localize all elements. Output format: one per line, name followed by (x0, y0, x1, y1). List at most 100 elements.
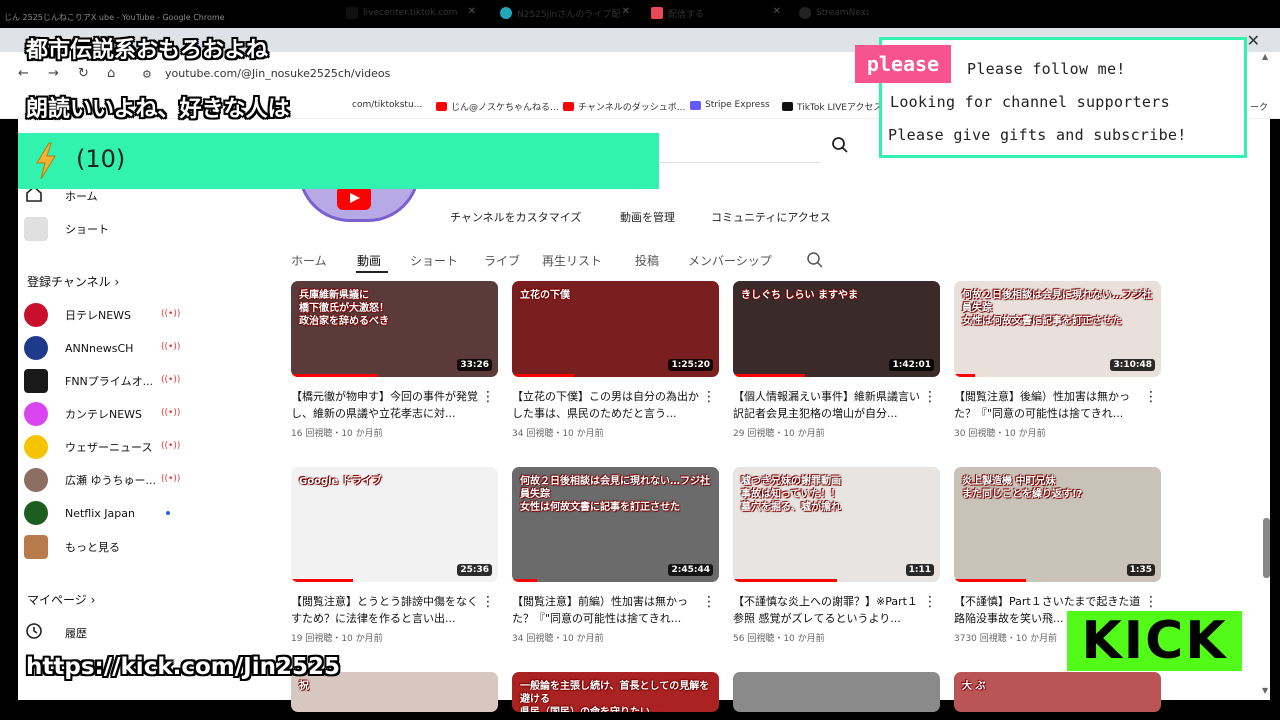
window-title: じん 2525じんねこりアX ube - YouTube - Google Ch… (4, 13, 225, 22)
manage-videos-button[interactable]: 動画を管理 (620, 209, 675, 225)
community-button[interactable]: コミュニティにアクセス (711, 209, 831, 225)
bookmark-dashboard[interactable]: チャンネルのダッシュボ... (563, 100, 685, 113)
more-options-icon[interactable]: ⋮ (702, 389, 716, 405)
scroll-up-icon[interactable]: ▲ (1262, 52, 1268, 61)
channel-search-icon[interactable] (806, 251, 824, 269)
tab-home[interactable]: ホーム (291, 252, 327, 269)
video-meta: 16 回視聴・10 か月前 (291, 429, 383, 439)
address-bar[interactable]: youtube.com/@Jin_nosuke2525ch/videos (165, 67, 390, 80)
video-title[interactable]: 【立花の下僕】この男は自分の為出かした事は、県民のためだと言う... (512, 388, 702, 422)
more-options-icon[interactable]: ⋮ (923, 389, 937, 405)
window-close-icon[interactable]: ✕ (1247, 31, 1260, 50)
tab-shorts[interactable]: ショート (410, 252, 458, 269)
video-duration: 3:10:48 (1110, 359, 1155, 371)
video-thumbnail[interactable]: 一般論を主張し続け、首長としての見解を避ける 県民（国民）の命を守りたい... (512, 672, 719, 712)
video-thumbnail[interactable]: 大 ぶ (954, 672, 1161, 712)
video-title[interactable]: 【不謹慎な炎上への謝罪？】※Part１参照 感覚がズレてるというより... (733, 593, 923, 627)
video-duration: 2:45:44 (668, 564, 713, 576)
subscriptions-heading[interactable]: 登録チャンネル › (27, 273, 119, 290)
bookmark-label: じん@ノスケちゃんねる... (451, 103, 559, 113)
tab-posts[interactable]: 投稿 (635, 252, 659, 269)
video-thumbnail[interactable]: 嘘つき兄妹の謝罪動画 事故は知っていた！！ 墓穴を掘る、嘘が擔れ 1:11 (733, 467, 940, 582)
watch-progress-bar (733, 579, 837, 582)
customize-channel-button[interactable]: チャンネルをカスタマイズ (450, 209, 581, 225)
bookmark-tiktokstudio[interactable]: com/tiktokstu... (352, 100, 422, 110)
video-thumbnail[interactable]: 立花の下僕 1:25:20 (512, 281, 719, 377)
video-title[interactable]: 【個人情報漏えい事件】維新県議言い訳記者会見主犯格の増山が自分... (733, 388, 923, 422)
scroll-down-icon[interactable]: ▼ (1262, 686, 1268, 695)
video-thumbnail[interactable]: 何故２日後相談は会見に現れない…フジ社員失踪 女性は何故文書に記事を訂正させた 2… (512, 467, 719, 582)
tab-label: 配信する (668, 9, 705, 20)
sidebar-item-ann-news[interactable]: ANNnewsCH ((•)) (24, 336, 180, 360)
sidebar-item-shorts[interactable]: ショート (24, 217, 159, 241)
tab-streamnexus[interactable]: StreamNexus (799, 2, 869, 24)
search-box[interactable] (660, 162, 820, 163)
live-indicator-icon: ((•)) (161, 342, 181, 352)
tab-label: StreamNexus (816, 8, 869, 18)
home-browser-icon[interactable]: ⌂ (107, 66, 115, 81)
close-tab-icon[interactable]: ✕ (773, 6, 781, 17)
search-icon[interactable] (831, 136, 849, 154)
sidebar-item-label: 日テレNEWS (65, 309, 132, 322)
bookmark-other[interactable]: ーク (1250, 100, 1268, 113)
video-thumbnail[interactable]: きしぐち しらい ますやま 1:42:01 (733, 281, 940, 377)
sidebar-item-fnn-prime[interactable]: FNNプライムオ... ((•)) (24, 369, 180, 393)
thumbnail-caption: 何故２日後相談は会見に現れない…フジ社員失踪 女性は何故文書に記事を訂正させた (962, 290, 1152, 327)
tab-stream[interactable]: 配信する ✕ (651, 2, 781, 24)
back-icon[interactable]: ← (18, 66, 29, 81)
more-options-icon[interactable]: ⋮ (702, 594, 716, 610)
tab-membership[interactable]: メンバーシップ (688, 252, 772, 269)
sidebar-item-show-more[interactable]: もっと見る (24, 535, 159, 559)
more-options-icon[interactable]: ⋮ (923, 594, 937, 610)
video-duration: 25:36 (457, 564, 492, 576)
sidebar-item-label: ウェザーニュース (65, 441, 153, 454)
video-title[interactable]: 【閲覧注意】前編）性加害は無かった？『"同意の可能性は捨てきれ... (512, 593, 702, 627)
tab-videos[interactable]: 動画 (357, 252, 381, 269)
sidebar-item-netflix-japan[interactable]: Netflix Japan (24, 501, 170, 525)
sidebar-item-ntv-news[interactable]: 日テレNEWS ((•)) (24, 303, 180, 327)
tab-tiktok-live[interactable]: N2525jinさんのライブ配 ✕ (500, 2, 630, 24)
page-scrollbar[interactable] (1263, 518, 1270, 578)
more-options-icon[interactable]: ⋮ (481, 594, 495, 610)
bookmark-jin-channel[interactable]: じん@ノスケちゃんねる... (436, 100, 559, 113)
tab-livecenter[interactable]: livecenter.tiktok.com ✕ (346, 2, 476, 24)
site-info-icon[interactable]: ⚙ (142, 68, 152, 81)
bookmark-stripe[interactable]: Stripe Express (690, 100, 770, 110)
mypage-heading[interactable]: マイページ › (27, 591, 95, 608)
video-thumbnail[interactable]: 炎上製造機 中町兄妹 また同じことを繰り返す!? 1:35 (954, 467, 1161, 582)
please-badge: please (855, 45, 951, 83)
video-thumbnail[interactable]: Google ドライブ 25:36 (291, 467, 498, 582)
video-thumbnail[interactable] (733, 672, 940, 712)
tab-playlists[interactable]: 再生リスト (542, 252, 602, 269)
more-options-icon[interactable]: ⋮ (1144, 594, 1158, 610)
video-meta: 29 回視聴・10 か月前 (733, 429, 825, 439)
video-title[interactable]: 【閲覧注意】とうとう誹謗中傷をなくすため？に法律を作ると言い出... (291, 593, 481, 627)
close-tab-icon[interactable]: ✕ (622, 6, 630, 17)
more-options-icon[interactable]: ⋮ (481, 389, 495, 405)
sidebar-item-label: ホーム (65, 190, 98, 203)
sidebar-item-label: もっと見る (65, 541, 120, 554)
reload-icon[interactable]: ↻ (78, 66, 89, 81)
stripe-icon (690, 100, 701, 110)
video-title[interactable]: 【橋元徹が物申す】今回の事件が発覚し、維新の県議や立花孝志に対... (291, 388, 481, 422)
sidebar-item-weathernews[interactable]: ウェザーニュース ((•)) (24, 435, 180, 459)
more-options-icon[interactable]: ⋮ (1144, 389, 1158, 405)
sidebar-item-hirose[interactable]: 広瀬 ゆうちゅー... ((•)) (24, 468, 180, 492)
video-thumbnail[interactable]: 兵庫維新県議に 橋下徹氏が大激怒！ 政治家を辞めるべき 33:26 (291, 281, 498, 377)
sidebar-item-history[interactable]: 履歴 (24, 621, 159, 645)
close-tab-icon[interactable]: ✕ (468, 6, 476, 17)
video-thumbnail[interactable]: 何故２日後相談は会見に現れない…フジ社員失踪 女性は何故文書に記事を訂正させた 3… (954, 281, 1161, 377)
forward-icon[interactable]: → (48, 66, 59, 81)
tab-live[interactable]: ライブ (484, 252, 520, 269)
kick-logo: KICK (1067, 611, 1242, 671)
chevron-right-icon: › (90, 593, 96, 607)
bookmark-label: TikTok LIVEアクセス (797, 103, 883, 113)
video-duration: 1:11 (905, 564, 934, 576)
sidebar-item-kantele-news[interactable]: カンテレNEWS ((•)) (24, 402, 180, 426)
video-meta: 19 回視聴・10 か月前 (291, 634, 383, 644)
bookmark-tiktok-live[interactable]: TikTok LIVEアクセス (782, 100, 883, 113)
video-title[interactable]: 【閲覧注意】後編）性加害は無かった？『"同意の可能性は捨てきれ... (954, 388, 1144, 422)
follow-line-2: Looking for channel supporters (890, 93, 1170, 111)
bookmark-label: com/tiktokstu... (352, 100, 423, 110)
watch-progress-bar (954, 374, 975, 377)
